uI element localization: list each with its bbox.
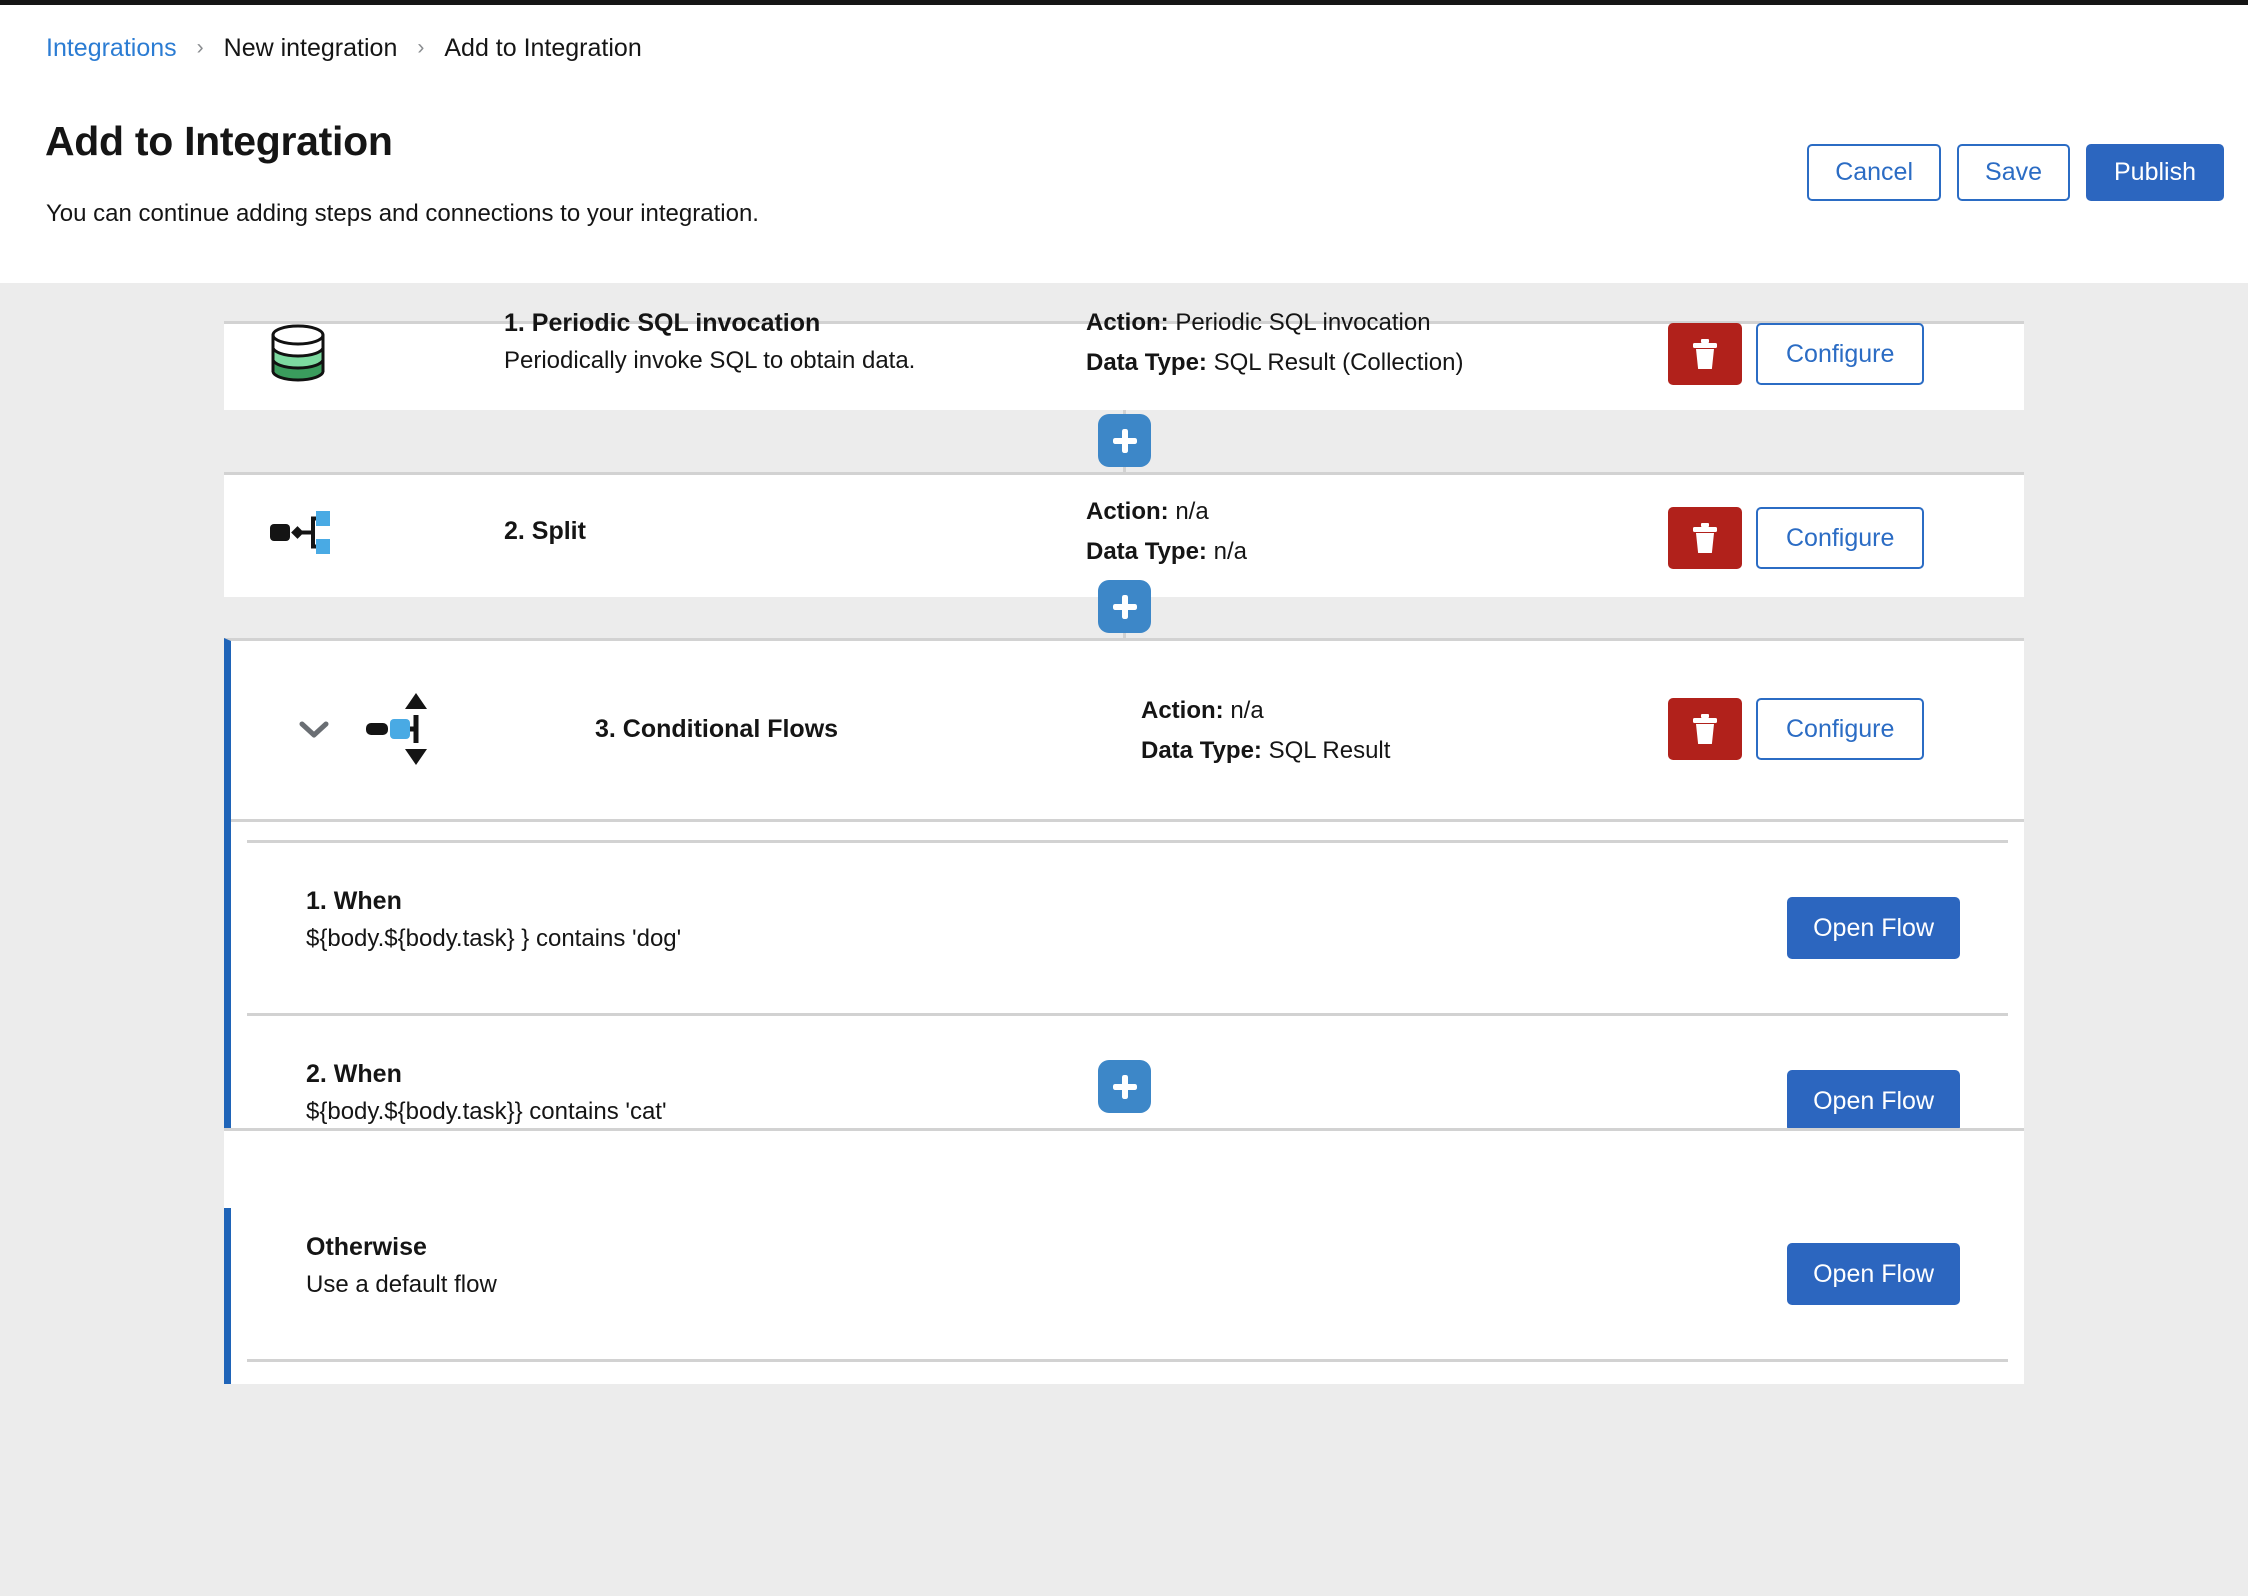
step-data-type: Data Type: n/a — [1086, 538, 1247, 566]
plus-icon — [1112, 428, 1137, 453]
step-2-text: 2. Split — [504, 517, 586, 546]
data-type-value: n/a — [1213, 538, 1247, 565]
step-action: Action: n/a — [1086, 498, 1247, 526]
step-2-meta: Action: n/a Data Type: n/a — [1086, 498, 1247, 566]
conditional-flows-header: 3. Conditional Flows Action: n/a Data Ty… — [231, 641, 2024, 819]
trash-icon — [1693, 339, 1717, 369]
open-flow-button[interactable]: Open Flow — [1787, 1243, 1960, 1305]
page-title: Add to Integration — [45, 118, 393, 164]
step-title: 2. Split — [504, 517, 586, 545]
save-button[interactable]: Save — [1957, 144, 2070, 201]
conditional-flows-card: 3. Conditional Flows Action: n/a Data Ty… — [224, 638, 2024, 1384]
header-actions: Cancel Save Publish — [1807, 144, 2224, 201]
action-value: n/a — [1175, 498, 1209, 525]
action-value: n/a — [1230, 697, 1264, 724]
delete-step-button[interactable] — [1668, 698, 1742, 760]
breadcrumb-separator-icon: › — [196, 36, 204, 59]
flow-row-text: 2. When ${body.${body.task}} contains 'c… — [306, 1060, 667, 1126]
top-rule — [0, 0, 2248, 5]
configure-button[interactable]: Configure — [1756, 698, 1925, 760]
data-type-value: SQL Result — [1268, 737, 1391, 764]
breadcrumb: Integrations › New integration › Add to … — [46, 33, 642, 63]
add-step-button[interactable] — [1098, 414, 1151, 467]
open-flow-button[interactable]: Open Flow — [1787, 1070, 1960, 1132]
flow-row-title: Otherwise — [306, 1233, 427, 1261]
conditional-flow-row: Otherwise Use a default flow Open Flow — [231, 1189, 2024, 1359]
breadcrumb-item-add-to-integration: Add to Integration — [444, 34, 642, 62]
flow-row-condition: Use a default flow — [306, 1271, 497, 1298]
cancel-button[interactable]: Cancel — [1807, 144, 1942, 201]
split-icon — [270, 509, 330, 555]
database-icon — [268, 319, 328, 395]
flow-row-text: 1. When ${body.${body.task} } contains '… — [306, 887, 681, 953]
flow-row-title: 2. When — [306, 1060, 402, 1088]
step-data-type: Data Type: SQL Result — [1141, 737, 1390, 765]
delete-step-button[interactable] — [1668, 507, 1742, 569]
conditional-flows-title-cell: 3. Conditional Flows — [595, 715, 838, 744]
step-action: Action: n/a — [1141, 697, 1390, 725]
add-step-button[interactable] — [1098, 580, 1151, 633]
action-label: Action: — [1141, 697, 1224, 724]
configure-button[interactable]: Configure — [1756, 323, 1925, 385]
page-header: Integrations › New integration › Add to … — [0, 0, 2248, 283]
breadcrumb-item-integrations[interactable]: Integrations — [46, 33, 177, 63]
integration-flow: 1. Periodic SQL invocation Periodically … — [0, 283, 2248, 1596]
app-root: Integrations › New integration › Add to … — [0, 0, 2248, 1596]
conditional-flow-row: 1. When ${body.${body.task} } contains '… — [231, 843, 2024, 1013]
configure-button[interactable]: Configure — [1756, 507, 1925, 569]
chevron-down-icon[interactable] — [299, 715, 329, 745]
conditional-flows-meta: Action: n/a Data Type: SQL Result — [1141, 697, 1390, 765]
step-card-next-partial — [224, 1128, 2024, 1208]
delete-step-button[interactable] — [1668, 323, 1742, 385]
plus-icon — [1112, 1074, 1137, 1099]
data-type-label: Data Type: — [1086, 538, 1207, 565]
step-card-2: 2. Split Action: n/a Data Type: n/a Conf… — [224, 472, 2024, 597]
breadcrumb-separator-icon: › — [417, 36, 425, 59]
plus-icon — [1112, 594, 1137, 619]
step-1-actions: Configure — [1668, 323, 1925, 385]
page-subtitle: You can continue adding steps and connec… — [46, 200, 759, 227]
flow-row-title: 1. When — [306, 887, 402, 915]
step-2-actions: Configure — [1668, 507, 1925, 569]
breadcrumb-item-new-integration[interactable]: New integration — [224, 33, 398, 63]
step-title: 3. Conditional Flows — [595, 715, 839, 743]
conditional-flow-icon — [366, 693, 428, 765]
flow-row-condition: ${body.${body.task}} contains 'cat' — [306, 1098, 667, 1125]
add-step-button[interactable] — [1098, 1060, 1151, 1113]
trash-icon — [1693, 523, 1717, 553]
open-flow-button[interactable]: Open Flow — [1787, 897, 1960, 959]
publish-button[interactable]: Publish — [2086, 144, 2224, 201]
conditional-flows-actions: Configure — [1668, 698, 1925, 760]
data-type-label: Data Type: — [1141, 737, 1262, 764]
flow-row-condition: ${body.${body.task} } contains 'dog' — [306, 925, 682, 952]
action-label: Action: — [1086, 498, 1169, 525]
flow-row-text: Otherwise Use a default flow — [306, 1233, 497, 1299]
trash-icon — [1693, 714, 1717, 744]
